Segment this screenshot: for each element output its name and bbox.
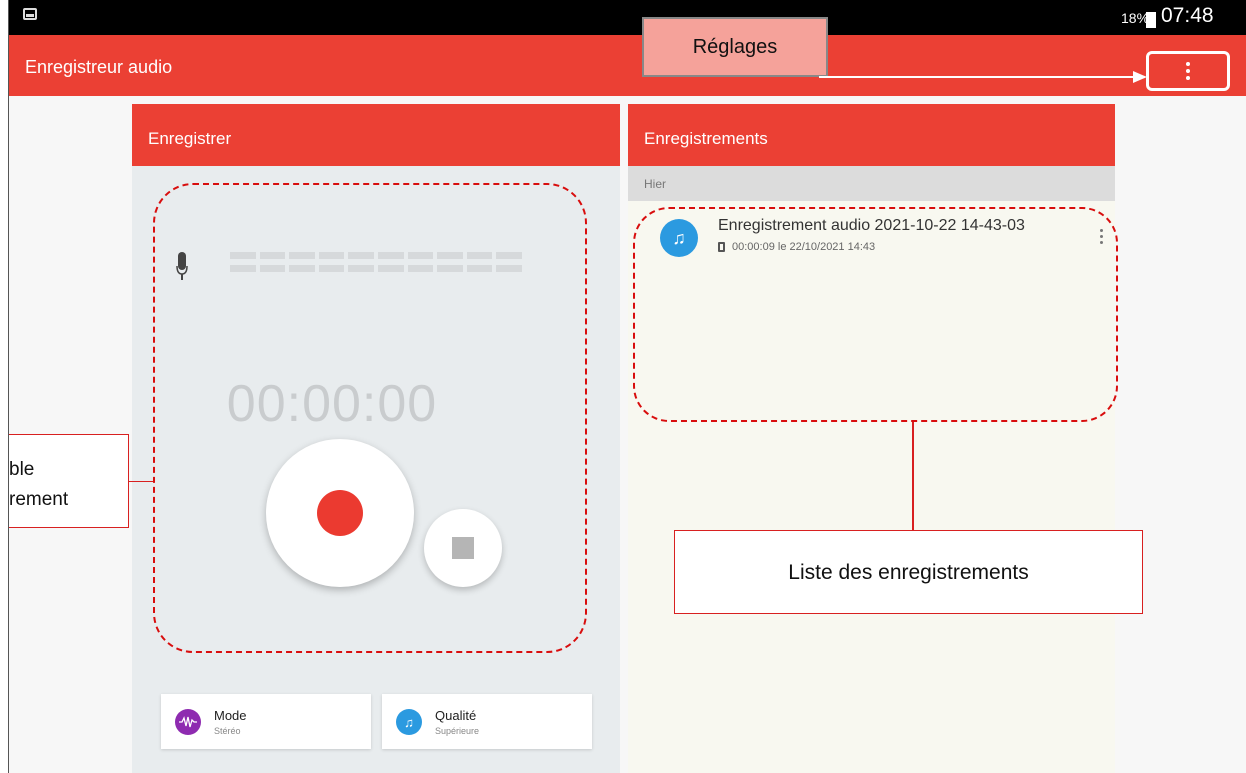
recorder-header-title: Enregistrer: [148, 129, 232, 148]
quality-label: Qualité: [435, 708, 477, 723]
settings-callout: Réglages: [642, 17, 828, 77]
recording-controls-callout: ble rement: [9, 434, 129, 528]
arrow-head-icon: [1133, 71, 1147, 83]
recordings-list-highlight: [633, 207, 1118, 422]
settings-callout-label: Réglages: [692, 36, 778, 58]
recordings-panel: Enregistrements Hier ♫ Enregistrement au…: [628, 104, 1115, 773]
recording-controls-callout-line2: rement: [9, 489, 69, 510]
music-note-icon: ♫: [396, 709, 422, 735]
date-section-label: Hier: [644, 177, 667, 191]
settings-arrow: [819, 76, 1139, 78]
recordings-list-callout-label: Liste des enregistrements: [788, 561, 1029, 584]
battery-icon: [1146, 12, 1156, 28]
waveform-icon: [175, 709, 201, 735]
status-bar: 18% 07:48: [9, 0, 1246, 35]
recordings-header-title: Enregistrements: [644, 129, 768, 148]
app-title: Enregistreur audio: [25, 57, 173, 77]
quality-value: Supérieure: [435, 726, 480, 736]
callout-connector: [912, 422, 914, 530]
date-section-header: Hier: [628, 166, 1115, 201]
recordings-header: Enregistrements: [628, 104, 1115, 166]
mode-option[interactable]: Mode Stéréo: [161, 694, 371, 749]
quality-option[interactable]: ♫ Qualité Supérieure: [382, 694, 592, 749]
image-notification-icon: [23, 8, 37, 20]
recorder-header: Enregistrer: [132, 104, 620, 166]
app-screen: 18% 07:48 Enregistreur audio Enregistrer…: [8, 0, 1246, 773]
battery-percent: 18%: [1121, 10, 1150, 26]
overflow-menu-button[interactable]: [1146, 51, 1230, 91]
app-bar: Enregistreur audio: [9, 35, 1246, 96]
mode-value: Stéréo: [214, 726, 241, 736]
recording-controls-highlight: [153, 183, 587, 653]
clock: 07:48: [1161, 4, 1214, 27]
recording-controls-callout-line1: ble: [9, 459, 35, 480]
mode-label: Mode: [214, 708, 247, 723]
callout-connector: [129, 481, 153, 482]
recordings-list-callout: Liste des enregistrements: [674, 530, 1143, 614]
more-vert-icon: [1186, 62, 1190, 80]
